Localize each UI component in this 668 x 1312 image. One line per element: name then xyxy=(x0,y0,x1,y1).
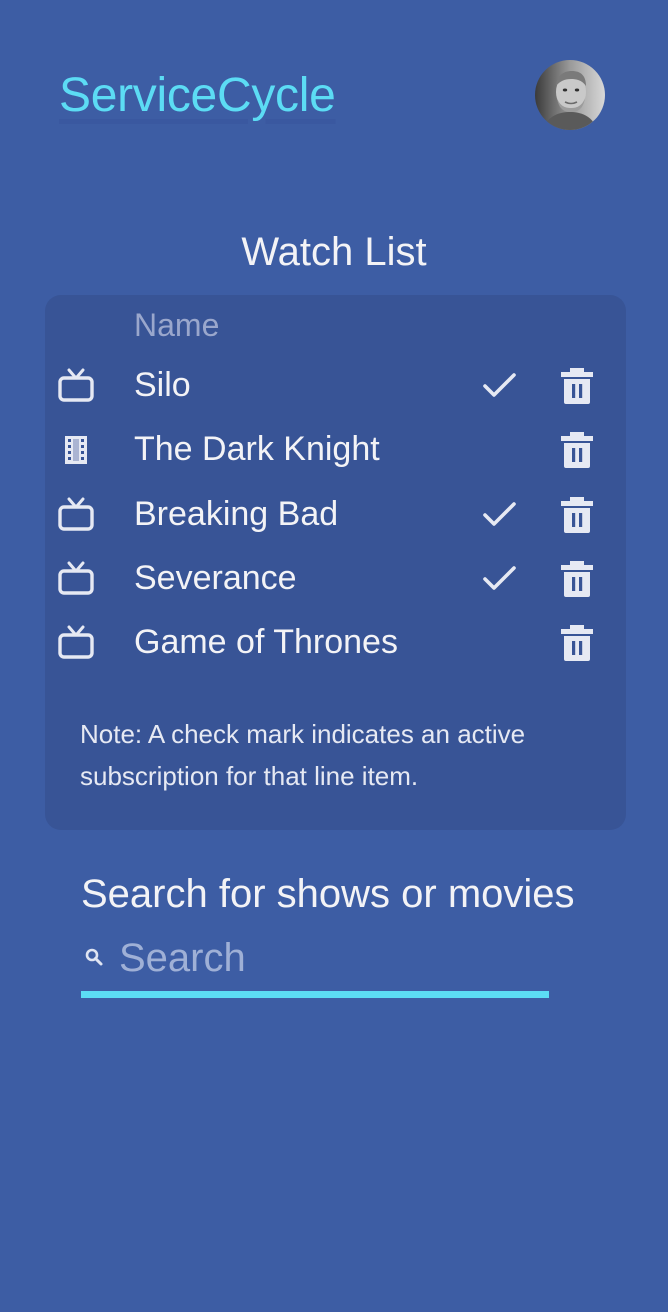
watchlist-card: Name Silo The Dark Knight Breaking Bad Seve… xyxy=(45,295,626,830)
search-icon xyxy=(85,948,103,966)
watchlist-row[interactable]: The Dark Knight xyxy=(45,419,626,479)
tv-icon xyxy=(57,624,95,662)
watchlist-item-name: Breaking Bad xyxy=(134,495,339,533)
search-heading: Search for shows or movies xyxy=(81,872,575,916)
watchlist-item-name: Silo xyxy=(134,366,191,404)
watchlist-item-name: Game of Thrones xyxy=(134,623,398,661)
watchlist-item-name: Severance xyxy=(134,559,297,597)
check-icon xyxy=(482,561,518,595)
search-underline xyxy=(81,991,549,998)
trash-icon[interactable] xyxy=(557,623,597,663)
column-header-name: Name xyxy=(134,307,220,343)
app-title[interactable]: ServiceCycle xyxy=(59,64,336,128)
tv-icon xyxy=(57,560,95,598)
watchlist-row[interactable]: Silo xyxy=(45,355,626,415)
watchlist-title: Watch List xyxy=(241,230,427,274)
tv-icon xyxy=(57,367,95,405)
watchlist-item-name: The Dark Knight xyxy=(134,430,380,468)
search-input[interactable] xyxy=(119,930,539,986)
trash-icon[interactable] xyxy=(557,495,597,535)
watchlist-row[interactable]: Game of Thrones xyxy=(45,612,626,672)
tv-icon xyxy=(57,496,95,534)
check-icon xyxy=(482,497,518,531)
page: ServiceCycle Watch List Name Silo The Dar… xyxy=(0,0,668,1312)
avatar-icon xyxy=(535,60,605,130)
film-icon xyxy=(57,431,95,469)
subscription-note: Note: A check mark indicates an active s… xyxy=(80,719,526,791)
watchlist-row[interactable]: Severance xyxy=(45,548,626,608)
trash-icon[interactable] xyxy=(557,430,597,470)
user-avatar[interactable] xyxy=(535,60,605,130)
trash-icon[interactable] xyxy=(557,559,597,599)
search-field[interactable] xyxy=(81,926,549,998)
trash-icon[interactable] xyxy=(557,366,597,406)
check-icon xyxy=(482,368,518,402)
watchlist-row[interactable]: Breaking Bad xyxy=(45,484,626,544)
